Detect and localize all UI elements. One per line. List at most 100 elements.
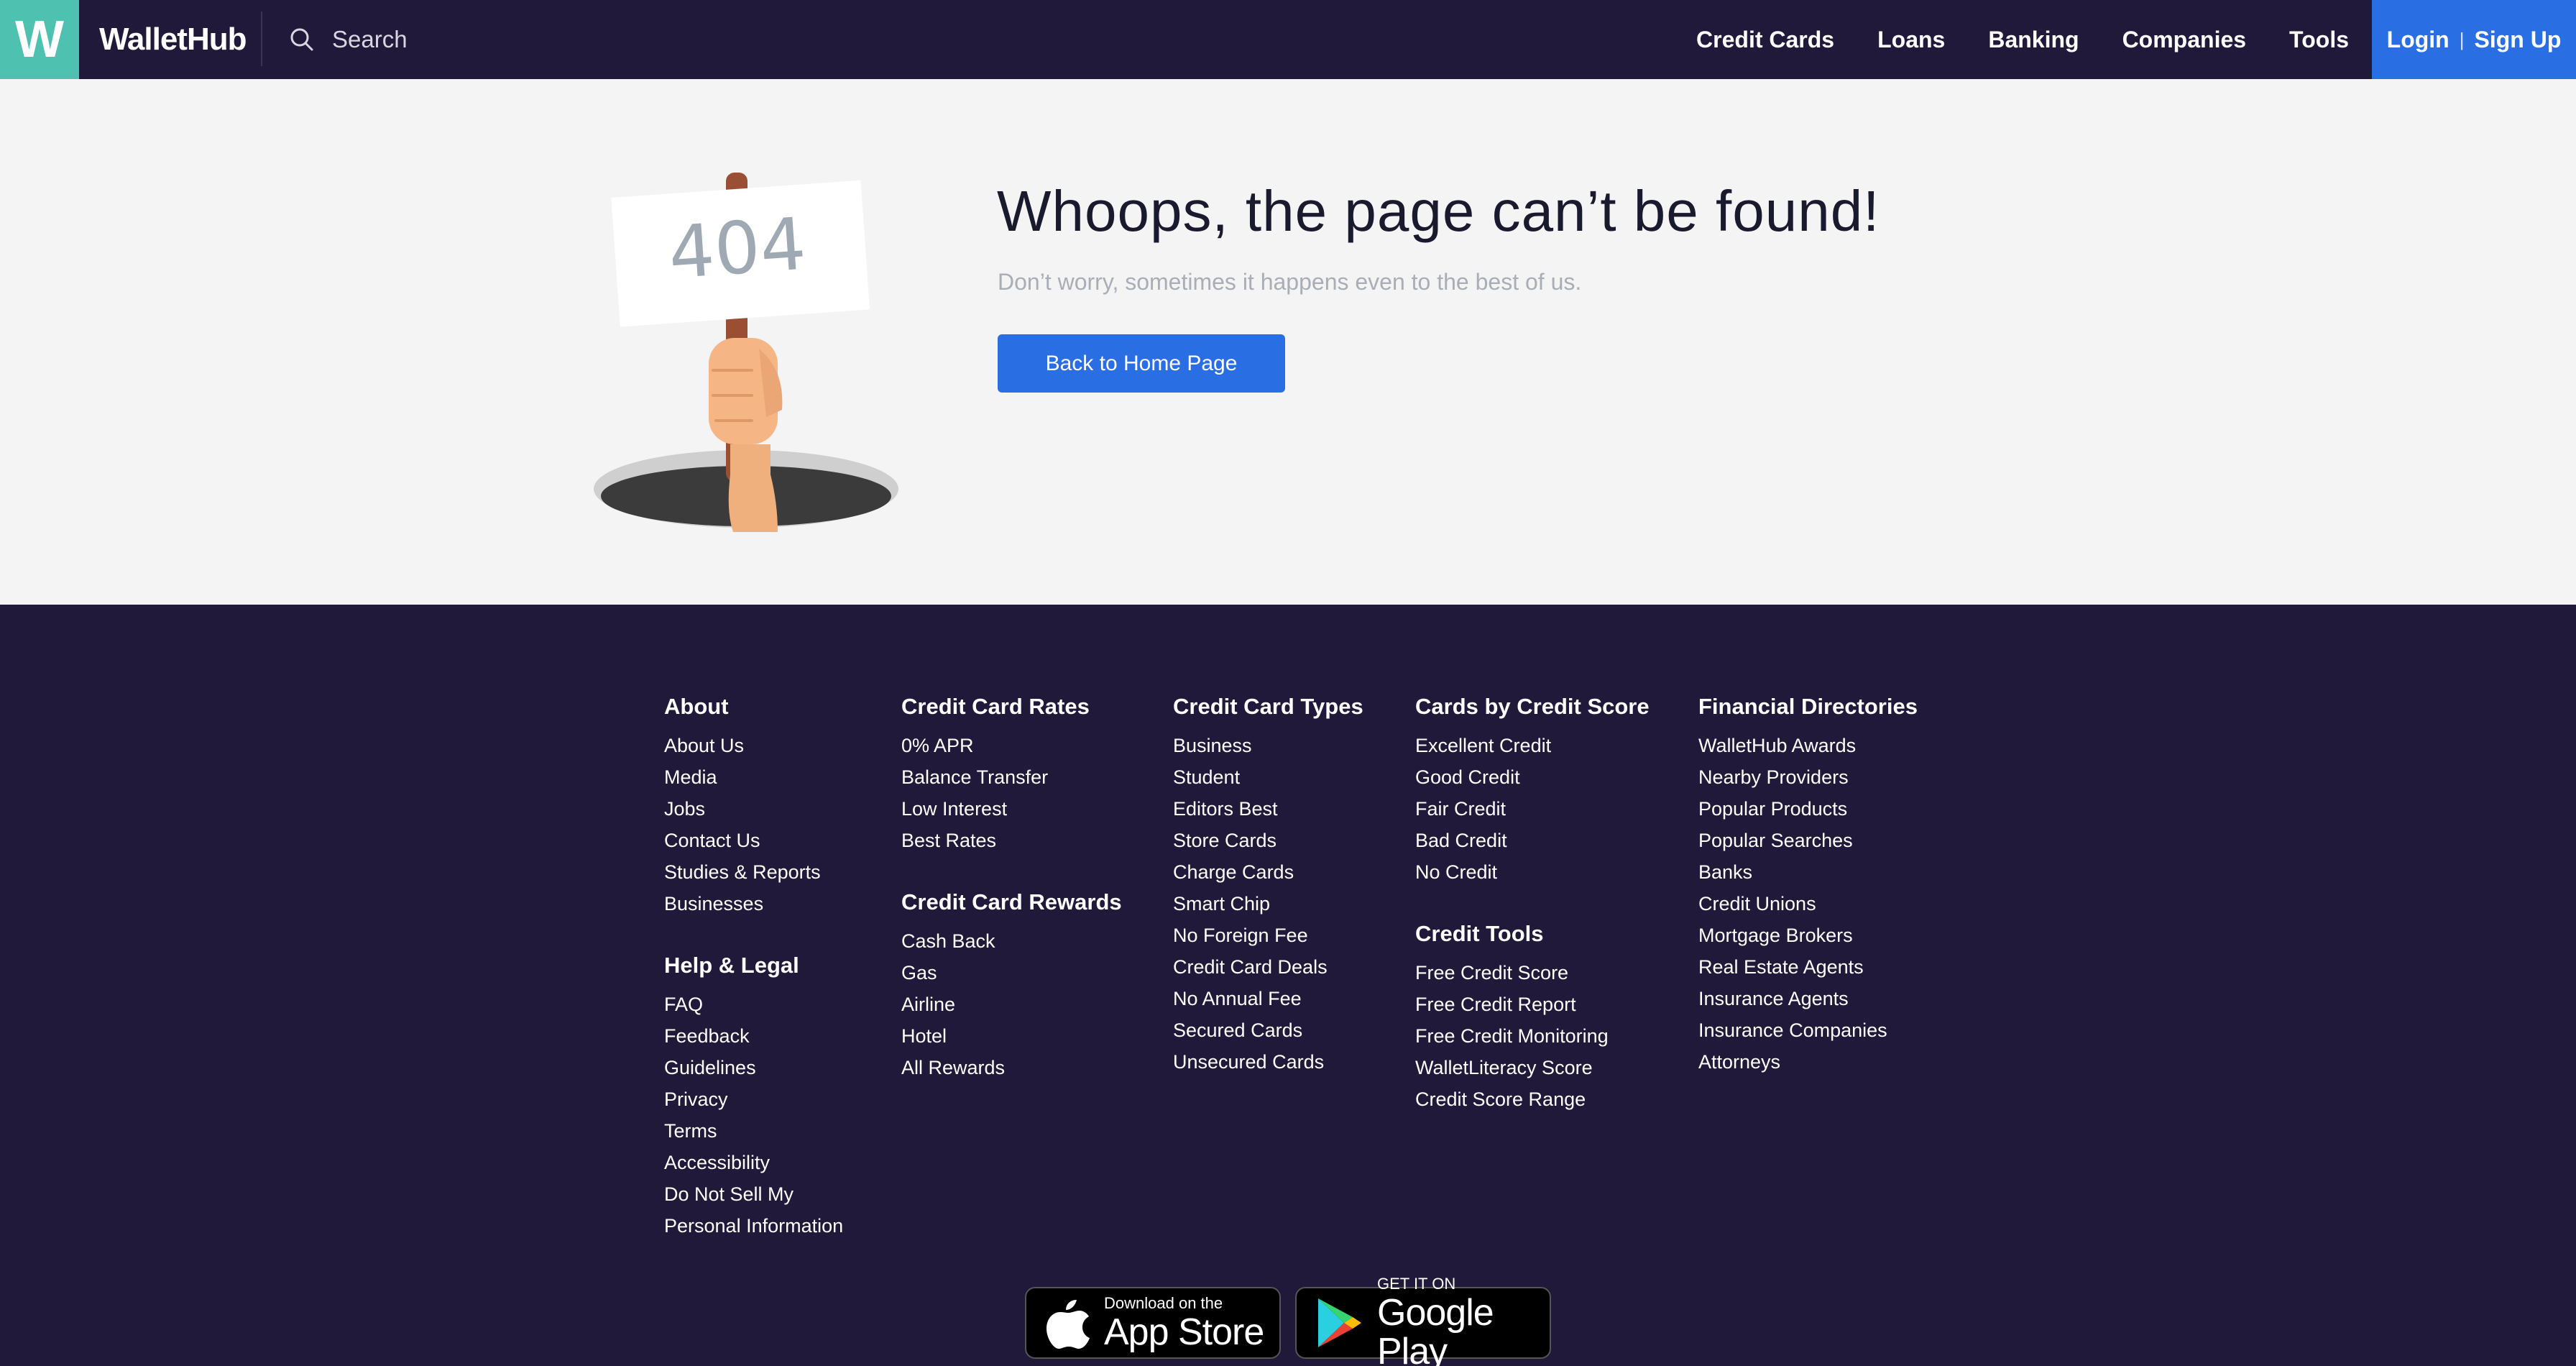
google-play-badge[interactable]: GET IT ON Google Play (1295, 1275, 1551, 1366)
footer-link[interactable]: 0% APR (901, 730, 1122, 761)
footer-heading: Credit Card Types (1173, 694, 1363, 719)
footer-link[interactable]: Jobs (664, 793, 843, 825)
footer-heading: Help & Legal (664, 953, 799, 978)
footer-link[interactable]: Credit Unions (1698, 888, 1918, 920)
footer-col-about: About About Us Media Jobs Contact Us Stu… (664, 691, 843, 1242)
footer-link[interactable]: Credit Card Deals (1173, 951, 1363, 983)
footer-link[interactable]: Business (1173, 730, 1363, 761)
footer-link[interactable]: Gas (901, 957, 1122, 989)
footer-link[interactable]: Personal Information (664, 1210, 843, 1242)
footer-link[interactable]: Low Interest (901, 793, 1122, 825)
logo-letter: W (15, 11, 64, 68)
google-play-icon (1318, 1298, 1361, 1347)
footer-link[interactable]: Mortgage Brokers (1698, 920, 1918, 951)
header-divider (261, 12, 262, 66)
nav-loans[interactable]: Loans (1877, 27, 1945, 53)
404-sign-illustration: 404 (594, 173, 898, 532)
app-store-big-text: App Store (1104, 1311, 1264, 1353)
app-badges: Download on the App Store GET IT ON Goog… (1025, 1275, 1565, 1366)
footer-link[interactable]: Real Estate Agents (1698, 951, 1918, 983)
footer-link[interactable]: Popular Searches (1698, 825, 1918, 856)
login-link[interactable]: Login (2387, 27, 2450, 53)
footer-col-types: Credit Card Types Business Student Edito… (1173, 691, 1363, 1078)
footer-heading: Credit Card Rates (901, 694, 1090, 719)
footer-link[interactable]: Hotel (901, 1020, 1122, 1052)
nav-tools[interactable]: Tools (2289, 27, 2349, 53)
footer-link[interactable]: Free Credit Report (1415, 989, 1650, 1020)
footer-link[interactable]: Contact Us (664, 825, 843, 856)
footer-link[interactable]: No Annual Fee (1173, 983, 1363, 1014)
search-icon (290, 28, 313, 51)
footer-link[interactable]: Smart Chip (1173, 888, 1363, 920)
apple-icon (1046, 1300, 1090, 1349)
footer-link[interactable]: Insurance Agents (1698, 983, 1918, 1014)
footer-link[interactable]: WalletLiteracy Score (1415, 1052, 1650, 1083)
footer-link[interactable]: WalletHub Awards (1698, 730, 1918, 761)
footer-link[interactable]: Student (1173, 761, 1363, 793)
footer-link[interactable]: Airline (901, 989, 1122, 1020)
nav-banking[interactable]: Banking (1988, 27, 2079, 53)
main-nav: Credit Cards Loans Banking Companies Too… (1696, 0, 2349, 79)
footer-heading: Financial Directories (1698, 694, 1918, 719)
footer-link[interactable]: Accessibility (664, 1147, 843, 1178)
footer-link[interactable]: Balance Transfer (901, 761, 1122, 793)
nav-credit-cards[interactable]: Credit Cards (1696, 27, 1834, 53)
error-section: 404 Whoops, the page can’t be found! Don… (0, 79, 2576, 605)
footer-link[interactable]: Unsecured Cards (1173, 1046, 1363, 1078)
search-box[interactable]: Search (288, 22, 408, 58)
footer-heading: Credit Card Rewards (901, 889, 1122, 915)
app-store-small-text: Download on the (1104, 1294, 1223, 1312)
footer-link[interactable]: About Us (664, 730, 843, 761)
footer-link[interactable]: No Foreign Fee (1173, 920, 1363, 951)
footer-link[interactable]: No Credit (1415, 856, 1650, 888)
footer-link[interactable]: Privacy (664, 1083, 843, 1115)
footer-link[interactable]: Do Not Sell My (664, 1178, 843, 1210)
footer-link[interactable]: Charge Cards (1173, 856, 1363, 888)
footer-link[interactable]: Good Credit (1415, 761, 1650, 793)
footer-link[interactable]: Popular Products (1698, 793, 1918, 825)
top-header: W WalletHub Search Credit Cards Loans Ba… (0, 0, 2576, 79)
footer-link[interactable]: Fair Credit (1415, 793, 1650, 825)
footer-link[interactable]: Editors Best (1173, 793, 1363, 825)
footer-col-rates: Credit Card Rates 0% APR Balance Transfe… (901, 691, 1122, 1083)
footer-link[interactable]: Banks (1698, 856, 1918, 888)
footer-link[interactable]: Media (664, 761, 843, 793)
footer-heading: Credit Tools (1415, 921, 1544, 946)
footer-link[interactable]: Store Cards (1173, 825, 1363, 856)
footer-link[interactable]: Free Credit Monitoring (1415, 1020, 1650, 1052)
nav-companies[interactable]: Companies (2122, 27, 2246, 53)
google-play-big-text: Google Play (1377, 1292, 1494, 1366)
page-subtitle: Don’t worry, sometimes it happens even t… (998, 269, 1582, 295)
footer-link[interactable]: Nearby Providers (1698, 761, 1918, 793)
signup-link[interactable]: Sign Up (2474, 27, 2561, 53)
sign-text: 404 (666, 201, 809, 295)
footer-col-credit-score: Cards by Credit Score Excellent Credit G… (1415, 691, 1650, 1115)
google-play-small-text: GET IT ON (1377, 1275, 1456, 1293)
page-title: Whoops, the page can’t be found! (997, 179, 1880, 243)
footer-link[interactable]: Guidelines (664, 1052, 843, 1083)
footer-link[interactable]: FAQ (664, 989, 843, 1020)
footer-link[interactable]: Credit Score Range (1415, 1083, 1650, 1115)
site-footer: About About Us Media Jobs Contact Us Stu… (0, 605, 2576, 1366)
footer-link[interactable]: Best Rates (901, 825, 1122, 856)
footer-link[interactable]: Insurance Companies (1698, 1014, 1918, 1046)
brand-name[interactable]: WalletHub (99, 20, 247, 59)
footer-link[interactable]: Businesses (664, 888, 843, 920)
footer-link[interactable]: All Rewards (901, 1052, 1122, 1083)
auth-separator: | (2459, 28, 2465, 50)
footer-link[interactable]: Feedback (664, 1020, 843, 1052)
footer-link[interactable]: Terms (664, 1115, 843, 1147)
app-store-badge[interactable]: Download on the App Store (1025, 1287, 1281, 1359)
search-input[interactable]: Search (332, 26, 408, 53)
footer-link[interactable]: Bad Credit (1415, 825, 1650, 856)
footer-link[interactable]: Secured Cards (1173, 1014, 1363, 1046)
footer-link[interactable]: Cash Back (901, 925, 1122, 957)
footer-col-directories: Financial Directories WalletHub Awards N… (1698, 691, 1918, 1078)
footer-heading: Cards by Credit Score (1415, 694, 1650, 719)
footer-link[interactable]: Studies & Reports (664, 856, 843, 888)
footer-link[interactable]: Excellent Credit (1415, 730, 1650, 761)
back-to-home-button[interactable]: Back to Home Page (998, 334, 1285, 393)
footer-link[interactable]: Free Credit Score (1415, 957, 1650, 989)
wallethub-logo[interactable]: W (0, 0, 79, 79)
footer-link[interactable]: Attorneys (1698, 1046, 1918, 1078)
